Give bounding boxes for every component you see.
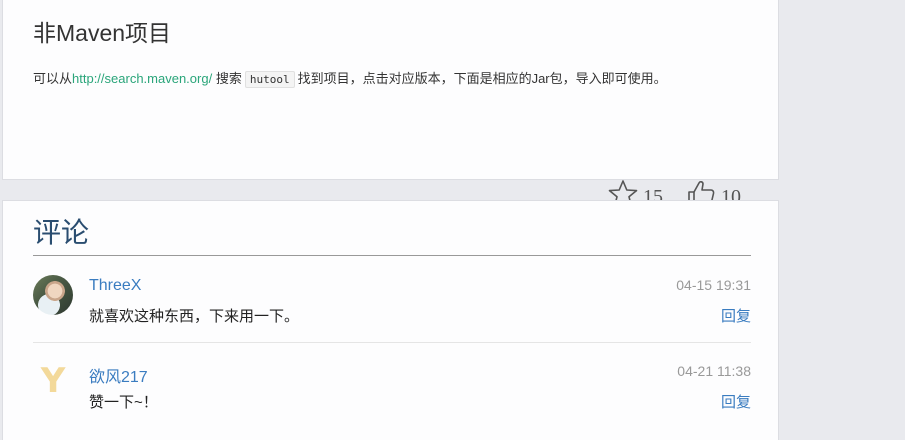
desc-prefix: 可以从 xyxy=(33,71,73,86)
comments-card: 评论 ThreeX 04-15 19:31 就喜欢这种东西，下来用一下。 回复 … xyxy=(2,200,779,440)
comment-divider xyxy=(33,342,751,343)
comments-title: 评论 xyxy=(33,217,90,248)
avatar[interactable]: Y xyxy=(33,361,73,401)
desc-suffix: 找到项目，点击对应版本，下面是相应的Jar包，导入即可使用。 xyxy=(297,71,667,86)
comment-time: 04-15 19:31 xyxy=(676,277,751,293)
comments-divider xyxy=(33,255,751,256)
comment-author[interactable]: 欲风217 xyxy=(89,363,148,387)
reply-button[interactable]: 回复 xyxy=(721,305,751,326)
inline-code: hutool xyxy=(244,71,295,88)
reply-button[interactable]: 回复 xyxy=(721,391,751,412)
comment-text: 赞一下~！ xyxy=(89,394,158,411)
avatar[interactable] xyxy=(33,275,73,315)
desc-mid: 搜索 xyxy=(212,71,242,86)
comment-author[interactable]: ThreeX xyxy=(89,277,141,295)
content-card: 非Maven项目 可以从http://search.maven.org/ 搜索 h… xyxy=(2,0,779,180)
maven-link[interactable]: http://search.maven.org/ xyxy=(72,71,212,86)
section-description: 可以从http://search.maven.org/ 搜索 hutool 找到项目… xyxy=(33,68,667,88)
comment-time: 04-21 11:38 xyxy=(677,363,751,379)
comment-text: 就喜欢这种东西，下来用一下。 xyxy=(89,308,300,325)
section-title: 非Maven项目 xyxy=(33,20,172,46)
